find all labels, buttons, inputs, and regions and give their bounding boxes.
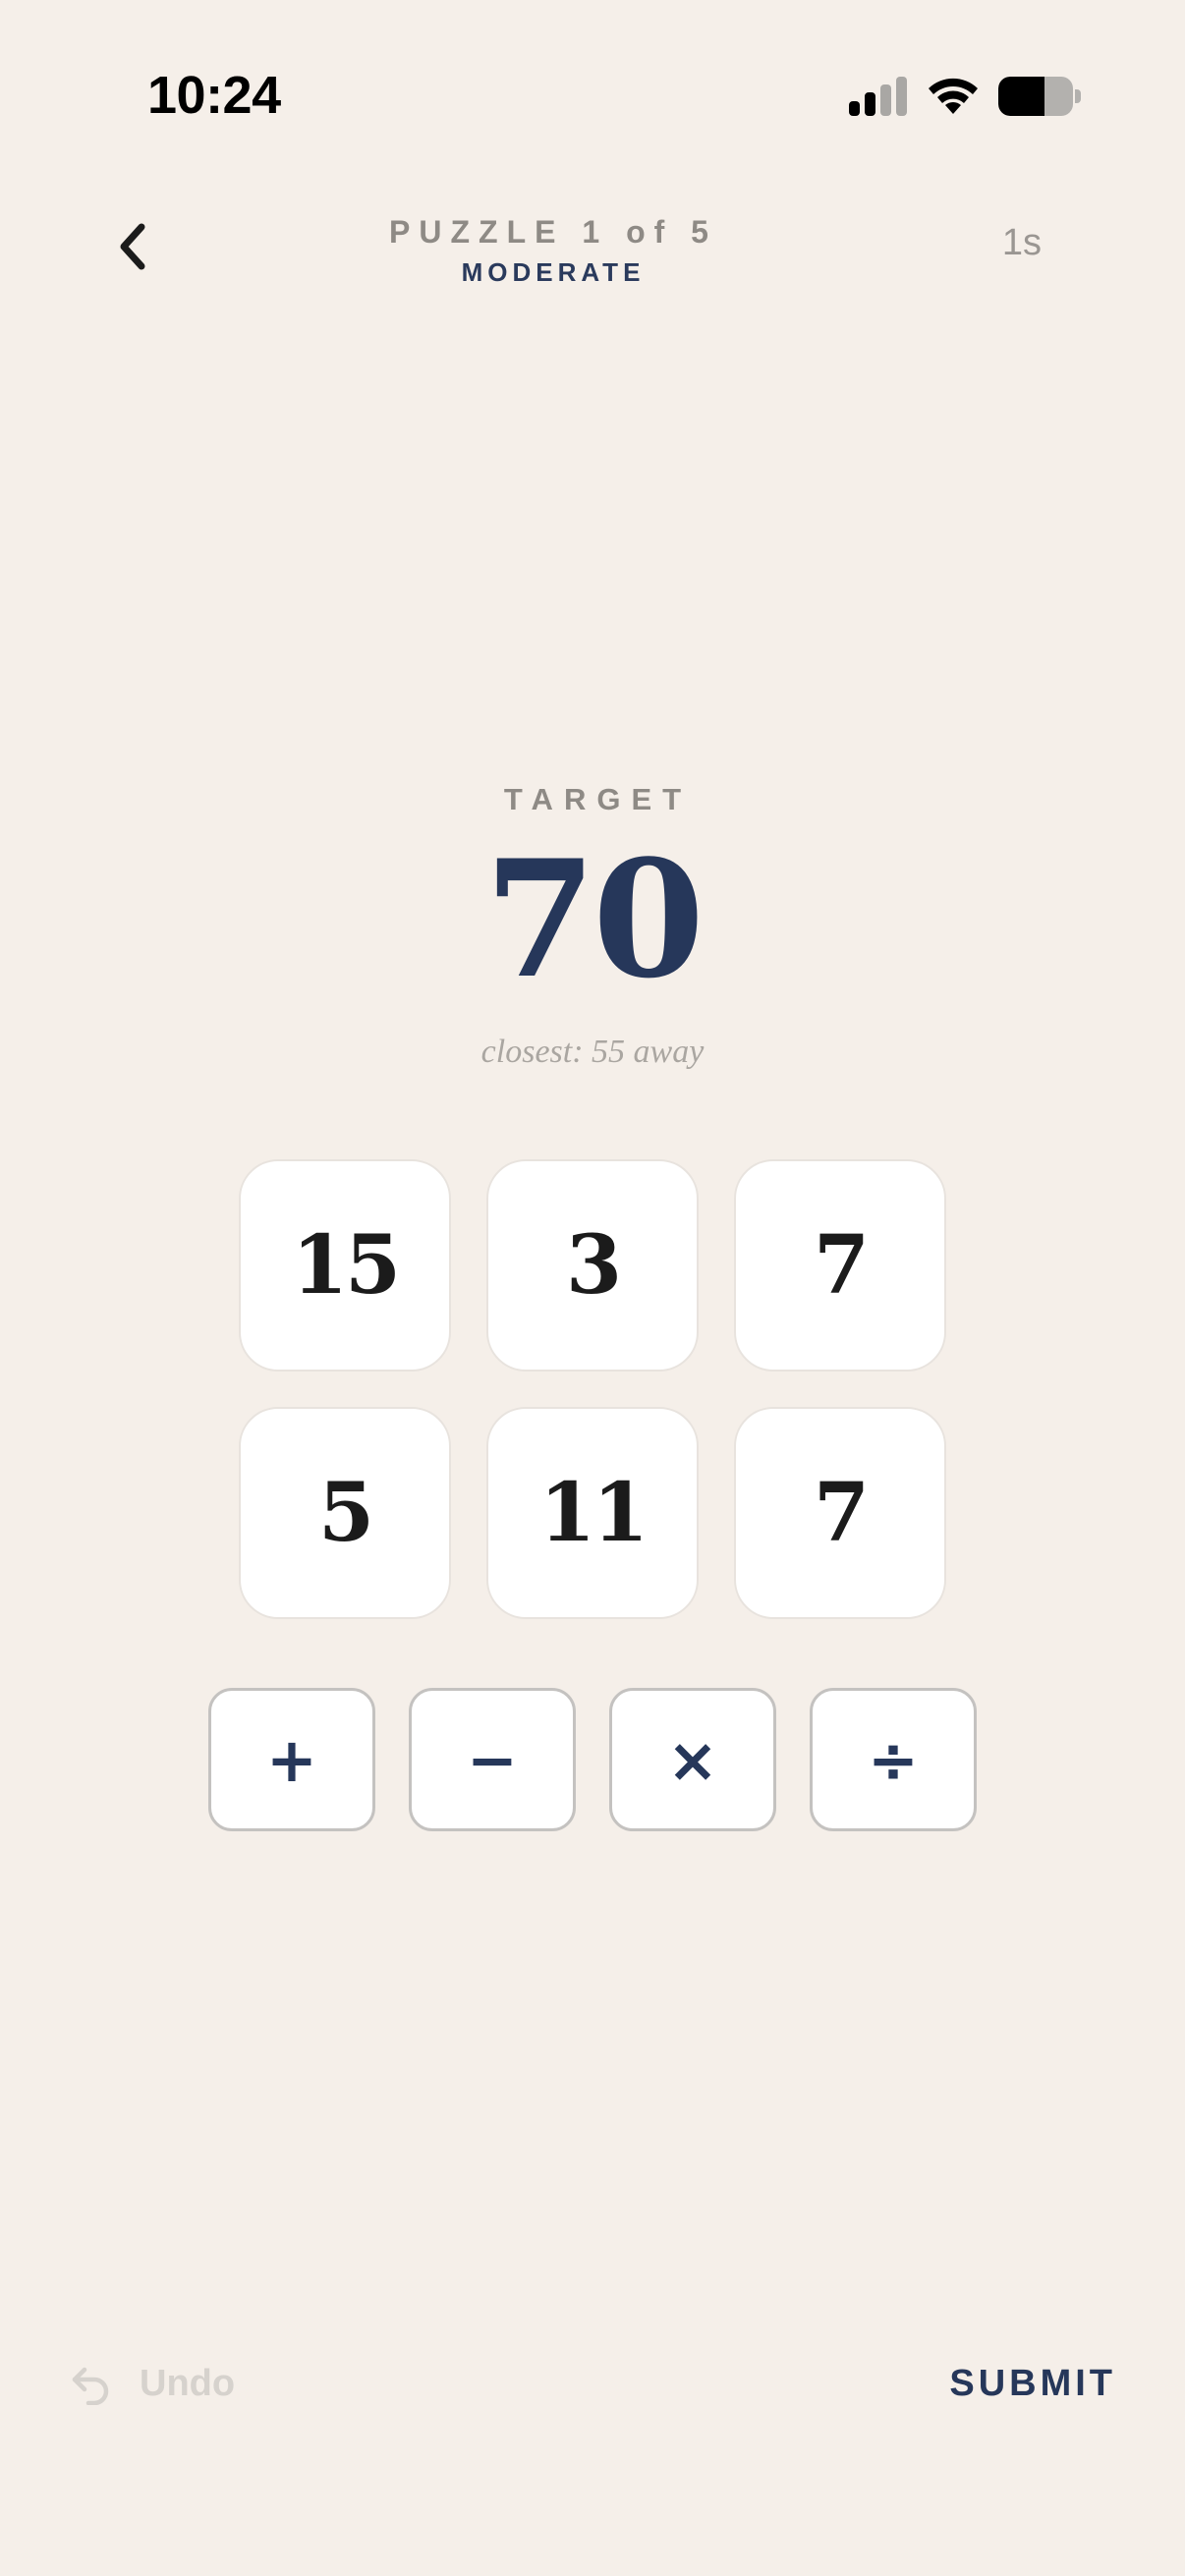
closest-distance: closest: 55 away: [480, 1034, 705, 1070]
battery-icon: [998, 77, 1081, 116]
submit-button[interactable]: SUBMIT: [904, 2354, 1116, 2413]
undo-button[interactable]: Undo: [69, 2354, 235, 2413]
number-tile[interactable]: 11: [486, 1407, 699, 1619]
cellular-signal-icon: [849, 75, 908, 116]
puzzle-progress-label: PUZZLE 1 of 5: [389, 214, 717, 250]
target-value: 70: [483, 824, 705, 1014]
chevron-left-icon: [120, 223, 145, 270]
target-label: TARGET: [503, 782, 693, 816]
wifi-icon: [929, 78, 978, 114]
puzzle-header: PUZZLE 1 of 5 MODERATE: [324, 210, 782, 289]
back-button[interactable]: [102, 212, 161, 281]
number-tile[interactable]: 3: [486, 1159, 699, 1372]
number-tile[interactable]: 7: [734, 1407, 946, 1619]
plus-button[interactable]: +: [208, 1688, 375, 1831]
number-tile[interactable]: 7: [734, 1159, 946, 1372]
difficulty-label: MODERATE: [461, 257, 646, 287]
times-button[interactable]: ×: [609, 1688, 776, 1831]
number-tile[interactable]: 5: [239, 1407, 451, 1619]
undo-label: Undo: [140, 2362, 236, 2404]
minus-button[interactable]: −: [409, 1688, 576, 1831]
timer: 1s: [1001, 222, 1042, 263]
undo-arrow-icon: [72, 2367, 109, 2405]
number-tile[interactable]: 15: [239, 1159, 451, 1372]
status-time: 10:24: [147, 66, 281, 125]
divide-button[interactable]: ÷: [810, 1688, 977, 1831]
